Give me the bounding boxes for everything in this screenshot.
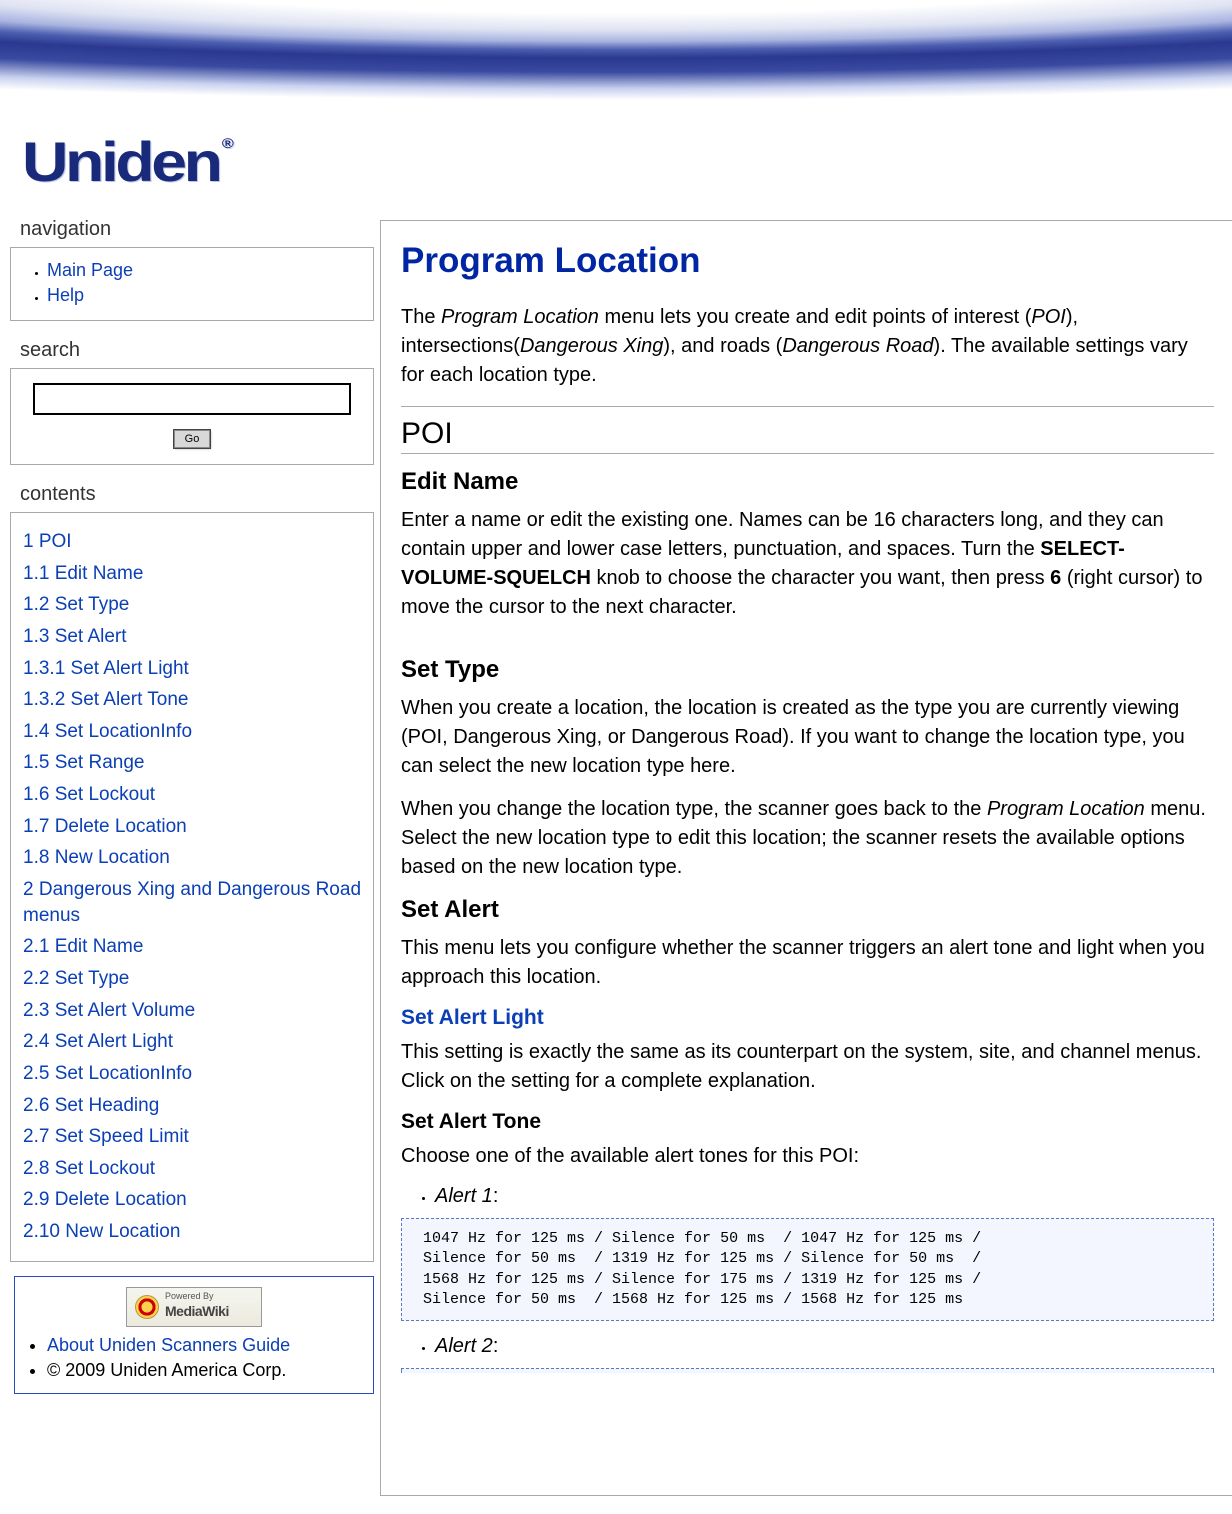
copyright: © 2009 Uniden America Corp.: [47, 1360, 363, 1381]
toc-link[interactable]: 2.10 New Location: [23, 1219, 361, 1245]
alert-item: Alert 2:: [435, 1335, 1214, 1358]
toc-link[interactable]: 1.8 New Location: [23, 845, 361, 871]
help-link[interactable]: Help: [47, 285, 84, 305]
toc-link[interactable]: 2.3 Set Alert Volume: [23, 998, 361, 1024]
heading-edit-name: Edit Name: [401, 468, 1214, 496]
badge-top-text: Powered By: [165, 1292, 214, 1301]
about-link[interactable]: About Uniden Scanners Guide: [47, 1335, 290, 1355]
set-alert-paragraph: This menu lets you configure whether the…: [401, 934, 1214, 992]
intro-paragraph: The Program Location menu lets you creat…: [401, 303, 1214, 390]
toc-link[interactable]: 2 Dangerous Xing and Dangerous Road menu…: [23, 877, 361, 928]
set-type-paragraph-2: When you change the location type, the s…: [401, 795, 1214, 882]
set-alert-light-paragraph: This setting is exactly the same as its …: [401, 1038, 1214, 1096]
toc-link[interactable]: 2.4 Set Alert Light: [23, 1029, 361, 1055]
toc-link[interactable]: 1.5 Set Range: [23, 750, 361, 776]
footer-box: Powered By MediaWiki About Uniden Scanne…: [14, 1276, 374, 1394]
toc-link[interactable]: 2.1 Edit Name: [23, 934, 361, 960]
set-alert-light-link[interactable]: Set Alert Light: [401, 1006, 544, 1029]
divider: [401, 406, 1214, 407]
heading-set-alert-light: Set Alert Light: [401, 1006, 1214, 1030]
nav-heading: navigation: [20, 218, 380, 241]
toc-link[interactable]: 1.6 Set Lockout: [23, 782, 361, 808]
nav-item[interactable]: Main Page: [47, 260, 359, 281]
toc-link[interactable]: 1.7 Delete Location: [23, 814, 361, 840]
toc-link[interactable]: 2.8 Set Lockout: [23, 1156, 361, 1182]
toc-link[interactable]: 2.9 Delete Location: [23, 1187, 361, 1213]
contents-box: 1 POI 1.1 Edit Name 1.2 Set Type 1.3 Set…: [10, 512, 374, 1262]
edit-name-paragraph: Enter a name or edit the existing one. N…: [401, 506, 1214, 622]
main-page-link[interactable]: Main Page: [47, 260, 133, 280]
page-title: Program Location: [401, 241, 1214, 281]
contents-heading: contents: [20, 483, 380, 506]
mediawiki-badge[interactable]: Powered By MediaWiki: [126, 1287, 262, 1327]
footer-item[interactable]: About Uniden Scanners Guide: [47, 1335, 363, 1356]
nav-box: Main Page Help: [10, 247, 374, 321]
mediawiki-flower-icon: [135, 1295, 159, 1319]
toc-link[interactable]: 2.5 Set LocationInfo: [23, 1061, 361, 1087]
heading-set-type: Set Type: [401, 656, 1214, 684]
nav-item[interactable]: Help: [47, 285, 359, 306]
heading-poi: POI: [401, 417, 1214, 454]
heading-set-alert-tone: Set Alert Tone: [401, 1110, 1214, 1134]
go-button[interactable]: Go: [174, 430, 211, 448]
search-heading: search: [20, 339, 380, 362]
set-alert-tone-paragraph: Choose one of the available alert tones …: [401, 1142, 1214, 1171]
toc-link[interactable]: 2.7 Set Speed Limit: [23, 1124, 361, 1150]
set-type-paragraph-1: When you create a location, the location…: [401, 694, 1214, 781]
badge-bottom-text: MediaWiki: [165, 1303, 229, 1319]
alert-item: Alert 1:: [435, 1185, 1214, 1208]
toc-link[interactable]: 1.2 Set Type: [23, 592, 361, 618]
search-input[interactable]: [33, 383, 351, 415]
heading-set-alert: Set Alert: [401, 896, 1214, 924]
toc-link[interactable]: 1.4 Set LocationInfo: [23, 719, 361, 745]
toc-link[interactable]: 2.6 Set Heading: [23, 1093, 361, 1119]
main-content: Program Location The Program Location me…: [380, 220, 1232, 1496]
alert-2-sequence-start: [401, 1368, 1214, 1373]
toc-link[interactable]: 1.3.2 Set Alert Tone: [23, 687, 361, 713]
toc-link[interactable]: 1.3.1 Set Alert Light: [23, 656, 361, 682]
search-box: Go: [10, 368, 374, 465]
toc-link[interactable]: 1.1 Edit Name: [23, 561, 361, 587]
toc-link[interactable]: 1.3 Set Alert: [23, 624, 361, 650]
alert-1-sequence: 1047 Hz for 125 ms / Silence for 50 ms /…: [401, 1218, 1214, 1321]
header-banner: Uniden®: [0, 0, 1232, 200]
logo: Uniden®: [22, 129, 231, 194]
toc-link[interactable]: 1 POI: [23, 529, 361, 555]
sidebar: navigation Main Page Help search Go cont…: [0, 200, 380, 1394]
toc-link[interactable]: 2.2 Set Type: [23, 966, 361, 992]
